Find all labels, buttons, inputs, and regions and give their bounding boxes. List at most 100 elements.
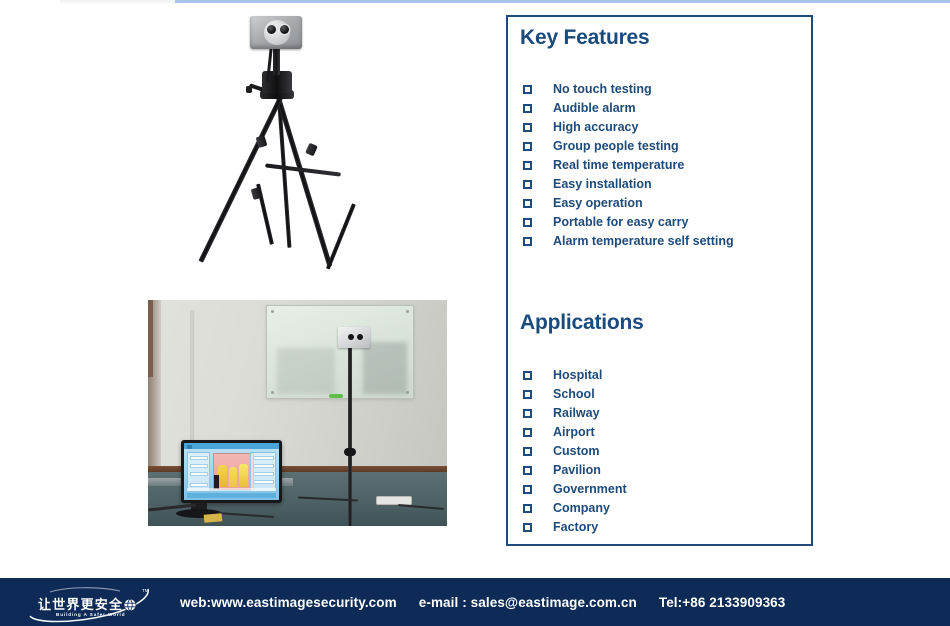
list-item-label: No touch testing xyxy=(553,82,652,97)
glass-whiteboard xyxy=(266,305,414,399)
operator-monitor xyxy=(181,440,282,503)
checkbox-icon[interactable] xyxy=(523,237,532,246)
tripod-leg-right-lower xyxy=(325,203,356,270)
software-field xyxy=(190,472,208,476)
whiteboard-screw xyxy=(271,310,274,313)
list-item[interactable]: High accuracy xyxy=(508,118,811,137)
visible-lens-icon xyxy=(280,25,289,34)
floor-object xyxy=(203,513,223,523)
whiteboard-screw xyxy=(406,310,409,313)
whiteboard-reflection-1 xyxy=(277,348,335,394)
applications-heading: Applications xyxy=(520,311,644,334)
list-item[interactable]: No touch testing xyxy=(508,80,811,99)
key-features-list: No touch testing Audible alarm High accu… xyxy=(508,80,811,251)
list-item[interactable]: Railway xyxy=(508,404,811,423)
list-item-label: Railway xyxy=(553,406,600,421)
whiteboard-screw xyxy=(271,391,274,394)
software-field xyxy=(253,464,274,468)
thermal-image-preview xyxy=(213,453,254,490)
list-item[interactable]: Airport xyxy=(508,423,811,442)
software-left-panel xyxy=(187,452,210,492)
checkbox-icon[interactable] xyxy=(523,104,532,113)
thermal-person xyxy=(218,465,227,487)
software-status-bar xyxy=(187,488,276,491)
tripod-lock-1 xyxy=(255,134,268,149)
whiteboard-marker xyxy=(329,394,343,398)
checkbox-icon[interactable] xyxy=(523,123,532,132)
list-item-label: Group people testing xyxy=(553,139,679,154)
list-item-label: Pavilion xyxy=(553,463,601,478)
list-item[interactable]: Custom xyxy=(508,442,811,461)
list-item[interactable]: Easy installation xyxy=(508,175,811,194)
checkbox-icon[interactable] xyxy=(523,504,532,513)
mounted-thermal-camera xyxy=(338,327,370,348)
software-field xyxy=(190,456,208,460)
software-field xyxy=(253,456,274,460)
list-item[interactable]: School xyxy=(508,385,811,404)
whiteboard-screw xyxy=(406,391,409,394)
eastimage-logo[interactable]: 让世界更安全 Building A Safer World TM xyxy=(24,582,156,624)
footer-email[interactable]: e-mail : sales@eastimage.com.cn xyxy=(419,595,637,610)
top-ghost-strip xyxy=(60,0,180,5)
list-item[interactable]: Real time temperature xyxy=(508,156,811,175)
list-item[interactable]: Group people testing xyxy=(508,137,811,156)
checkbox-icon[interactable] xyxy=(523,199,532,208)
whiteboard-reflection-2 xyxy=(363,342,407,394)
list-item-label: Airport xyxy=(553,425,595,440)
software-bottom-bar xyxy=(187,493,276,498)
list-item[interactable]: Easy operation xyxy=(508,194,811,213)
list-item-label: School xyxy=(553,387,595,402)
software-field xyxy=(253,472,274,476)
thermal-person xyxy=(239,464,248,487)
camera-mount-neck xyxy=(273,49,280,75)
checkbox-icon[interactable] xyxy=(523,180,532,189)
list-item-label: Alarm temperature self setting xyxy=(553,234,734,249)
list-item[interactable]: Factory xyxy=(508,518,811,537)
thermal-person xyxy=(229,467,237,487)
page-footer: 让世界更安全 Building A Safer World TM web:www… xyxy=(0,578,950,626)
checkbox-icon[interactable] xyxy=(523,466,532,475)
software-titlebar xyxy=(184,443,279,449)
software-right-panel xyxy=(250,452,276,492)
power-strip xyxy=(376,496,412,505)
checkbox-icon[interactable] xyxy=(523,85,532,94)
list-item-label: Custom xyxy=(553,444,600,459)
tripod-pan-knob xyxy=(246,86,252,93)
logo-tagline: Building A Safer World xyxy=(56,612,125,617)
key-features-heading: Key Features xyxy=(520,26,650,49)
thermal-image-shadow xyxy=(214,475,219,489)
thermal-camera-body xyxy=(250,16,302,49)
footer-telephone[interactable]: Tel:+86 2133909363 xyxy=(659,595,786,610)
list-item[interactable]: Government xyxy=(508,480,811,499)
footer-contact-info: web:www.eastimagesecurity.com e-mail : s… xyxy=(180,578,785,626)
room-door-frame xyxy=(148,300,153,377)
list-item-label: Company xyxy=(553,501,610,516)
monitor-screen xyxy=(184,443,279,500)
list-item[interactable]: Alarm temperature self setting xyxy=(508,232,811,251)
list-item-label: Portable for easy carry xyxy=(553,215,689,230)
checkbox-icon[interactable] xyxy=(523,371,532,380)
list-item-label: Audible alarm xyxy=(553,101,636,116)
slide-canvas: Key Features No touch testing Audible al… xyxy=(0,0,950,626)
list-item-label: Hospital xyxy=(553,368,603,383)
checkbox-icon[interactable] xyxy=(523,523,532,532)
tripod-lock-3 xyxy=(305,142,318,157)
list-item[interactable]: Hospital xyxy=(508,366,811,385)
checkbox-icon[interactable] xyxy=(523,428,532,437)
checkbox-icon[interactable] xyxy=(523,390,532,399)
checkbox-icon[interactable] xyxy=(523,485,532,494)
checkbox-icon[interactable] xyxy=(523,447,532,456)
list-item[interactable]: Portable for easy carry xyxy=(508,213,811,232)
checkbox-icon[interactable] xyxy=(523,218,532,227)
list-item-label: High accuracy xyxy=(553,120,639,135)
list-item[interactable]: Company xyxy=(508,499,811,518)
checkbox-icon[interactable] xyxy=(523,142,532,151)
logo-chinese-text: 让世界更安全 xyxy=(38,597,123,613)
list-item-label: Factory xyxy=(553,520,599,535)
list-item[interactable]: Pavilion xyxy=(508,461,811,480)
checkbox-icon[interactable] xyxy=(523,409,532,418)
list-item-label: Government xyxy=(553,482,627,497)
footer-website[interactable]: web:www.eastimagesecurity.com xyxy=(180,595,397,610)
list-item[interactable]: Audible alarm xyxy=(508,99,811,118)
checkbox-icon[interactable] xyxy=(523,161,532,170)
